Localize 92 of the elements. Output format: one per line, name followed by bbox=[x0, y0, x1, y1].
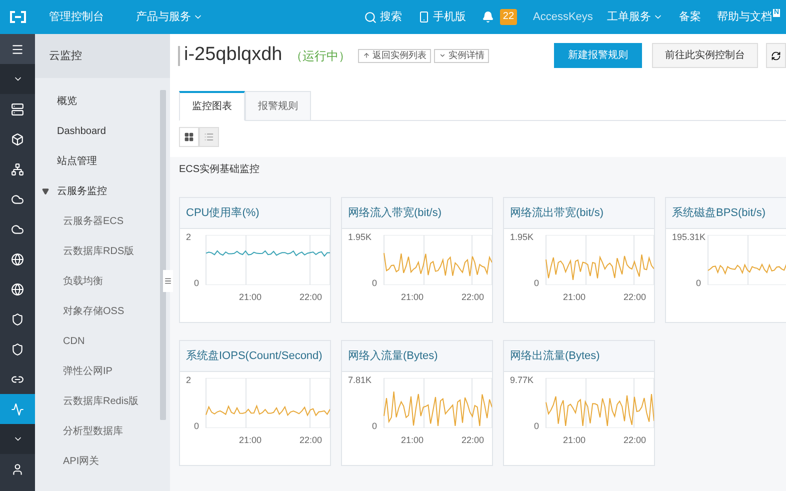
axis-label: 22:00 bbox=[623, 436, 646, 445]
list-icon bbox=[204, 132, 214, 142]
mobile-link[interactable]: 手机版 bbox=[418, 8, 466, 26]
sidebar-item[interactable]: 对象存储OSS bbox=[35, 296, 170, 326]
sidebar-item[interactable]: 云服务器ECS bbox=[35, 206, 170, 236]
axis-label: 2 bbox=[186, 376, 192, 385]
logo-icon bbox=[8, 11, 26, 23]
sidebar-item[interactable]: 站点管理 bbox=[35, 146, 170, 176]
search-link[interactable]: 搜索 bbox=[364, 8, 402, 26]
axis-label: 22:00 bbox=[623, 293, 646, 302]
user-icon bbox=[11, 462, 24, 476]
nav-link[interactable]: 管理控制台 bbox=[49, 8, 104, 26]
network-icon bbox=[11, 162, 24, 176]
section-header: ECS实例基础监控 bbox=[170, 157, 786, 181]
axis-label: 1.95K bbox=[510, 233, 534, 242]
axis-label: 22:00 bbox=[299, 293, 322, 302]
notification-badge: 22 bbox=[500, 9, 518, 25]
phone-icon bbox=[418, 11, 430, 23]
axis-label: 0 bbox=[372, 279, 378, 288]
shield-icon bbox=[11, 342, 24, 356]
axis-label: 1.95K bbox=[348, 233, 372, 242]
axis-label: 21:00 bbox=[238, 436, 262, 445]
sidebar-item[interactable]: 分析型数据库 bbox=[35, 416, 170, 446]
nav-link[interactable]: 帮助与文档 bbox=[716, 8, 772, 26]
caret-icon bbox=[42, 188, 49, 194]
axis-label: 9.77K bbox=[510, 376, 534, 385]
axis-label: 21:00 bbox=[562, 293, 586, 302]
axis-label: 0 bbox=[194, 422, 200, 431]
sidebar-item[interactable]: 云服务监控 bbox=[35, 176, 170, 206]
rail-item[interactable] bbox=[0, 34, 35, 64]
bell-icon[interactable] bbox=[482, 11, 494, 23]
menu-icon bbox=[11, 42, 24, 56]
sidebar-item[interactable]: Dashboard bbox=[35, 116, 170, 146]
axis-label: 21:00 bbox=[400, 293, 424, 302]
server-icon bbox=[11, 102, 24, 116]
tab[interactable]: 监控图表 bbox=[179, 91, 245, 121]
nav-link[interactable]: 产品与服务 bbox=[136, 8, 203, 26]
sidebar-item[interactable]: 云数据库Redis版 bbox=[35, 386, 170, 416]
axis-label: 0 bbox=[372, 422, 378, 431]
cloud-icon bbox=[11, 192, 24, 206]
axis-label: 0 bbox=[534, 279, 540, 288]
menu-icon bbox=[164, 277, 172, 285]
chart-title: 系统盘IOPS(Count/Second) bbox=[180, 341, 330, 372]
grid-icon bbox=[184, 132, 194, 142]
sidebar-item[interactable]: 弹性公网IP bbox=[35, 356, 170, 386]
view-toggle[interactable] bbox=[199, 127, 219, 147]
nav-link[interactable]: 工单服务 bbox=[606, 8, 663, 26]
axis-label: 22:00 bbox=[299, 436, 322, 445]
axis-label: 21:00 bbox=[238, 293, 262, 302]
refresh-icon bbox=[771, 50, 781, 60]
axis-label: 22:00 bbox=[461, 436, 484, 445]
chart-title: 系统磁盘BPS(bit/s) bbox=[666, 198, 786, 229]
search-icon bbox=[364, 10, 377, 24]
tab[interactable]: 报警规则 bbox=[245, 91, 311, 121]
chart-title: 网络流出带宽(bit/s) bbox=[504, 198, 654, 229]
axis-label: 195.31K bbox=[672, 233, 706, 242]
chart-title: 网络入流量(Bytes) bbox=[342, 341, 492, 372]
shield-icon bbox=[11, 312, 24, 326]
cloud-icon bbox=[11, 222, 24, 236]
console-button[interactable]: 前往此实例控制台 bbox=[652, 43, 758, 68]
sidebar-item[interactable]: 云数据库RDS版 bbox=[35, 236, 170, 266]
sidebar-item[interactable]: CDN bbox=[35, 326, 170, 356]
axis-label: 0 bbox=[534, 422, 540, 431]
axis-label: 0 bbox=[696, 279, 702, 288]
pulse-icon bbox=[11, 402, 24, 416]
caret-icon bbox=[439, 52, 446, 59]
axis-label: 2 bbox=[186, 233, 192, 242]
arrow-up-icon bbox=[363, 52, 370, 59]
new-alarm-button[interactable]: 新建报警规则 bbox=[554, 43, 642, 68]
sidebar-item[interactable]: API网关 bbox=[35, 446, 170, 476]
nav-link[interactable]: 备案 bbox=[678, 8, 701, 26]
details-button[interactable]: 实例详情 bbox=[434, 48, 490, 62]
chart-title: CPU使用率(%) bbox=[180, 198, 330, 229]
instance-title: i-25qblqxdh bbox=[184, 43, 282, 68]
globe-icon bbox=[11, 282, 24, 296]
sidebar-item[interactable]: 概览 bbox=[35, 86, 170, 116]
axis-label: 22:00 bbox=[461, 293, 484, 302]
globe-icon bbox=[11, 252, 24, 266]
axis-label: 21:00 bbox=[400, 436, 424, 445]
view-toggle[interactable] bbox=[179, 127, 199, 147]
axis-label: 21:00 bbox=[562, 436, 586, 445]
nav-link[interactable]: AccessKeys bbox=[533, 8, 593, 26]
axis-label: 0 bbox=[194, 279, 200, 288]
axis-label: 7.81K bbox=[348, 376, 372, 385]
sidebar-title: 云监控 bbox=[35, 34, 170, 78]
status-text: （运行中） bbox=[290, 48, 350, 64]
chart-title: 网络流入带宽(bit/s) bbox=[342, 198, 492, 229]
chart-title: 网络出流量(Bytes) bbox=[504, 341, 654, 372]
collapse-handle[interactable] bbox=[163, 270, 173, 292]
back-button[interactable]: 返回实例列表 bbox=[358, 48, 432, 62]
box-icon bbox=[11, 132, 24, 146]
refresh-button[interactable] bbox=[766, 43, 786, 68]
